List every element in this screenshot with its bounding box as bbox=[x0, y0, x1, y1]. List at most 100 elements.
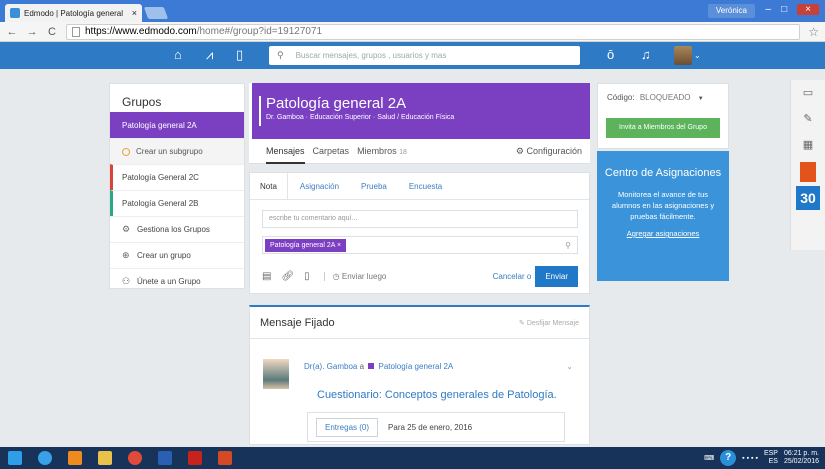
url-host: https://www.edmodo.com bbox=[85, 26, 197, 37]
search-box[interactable]: ⚲ Buscar mensajes, grupos , usuarios y m… bbox=[269, 46, 580, 65]
gear-icon: ⚙ bbox=[122, 224, 131, 234]
system-tray: ⌨ ? ▪ ▪ ▪ ▪ ESP ES 06:21 p. m. 25/02/2016 bbox=[704, 450, 825, 466]
back-arrow-icon[interactable]: ← bbox=[4, 26, 20, 38]
composer-tab-assignment[interactable]: Asignación bbox=[300, 182, 339, 191]
home-icon[interactable]: ⌂ bbox=[174, 47, 182, 62]
keyboard-icon[interactable]: ⌨ bbox=[704, 454, 714, 462]
page-icon bbox=[72, 26, 80, 37]
caret-down-icon[interactable]: ▼ bbox=[698, 96, 704, 102]
word-icon[interactable] bbox=[150, 447, 180, 469]
group-item-patologia-2b[interactable]: Patología General 2B bbox=[110, 190, 244, 216]
clock[interactable]: 06:21 p. m. 25/02/2016 bbox=[784, 450, 819, 466]
windows-taskbar: ⌨ ? ▪ ▪ ▪ ▪ ESP ES 06:21 p. m. 25/02/2016 bbox=[0, 447, 825, 469]
apps-sidebar: ▭ ✎ ▦ 30 bbox=[790, 80, 825, 250]
recipient-field[interactable]: Patología general 2A × ⚲ bbox=[262, 236, 578, 254]
group-title: Patología general 2A bbox=[266, 95, 407, 112]
group-item-patologia-2a[interactable]: Patología general 2A bbox=[110, 112, 244, 138]
user-avatar[interactable] bbox=[674, 46, 692, 65]
send-later-button[interactable]: ◷ Enviar luego bbox=[323, 271, 386, 281]
edmodo-header: ⌂ ⩘ ▯ ⚲ Buscar mensajes, grupos , usuari… bbox=[0, 42, 825, 69]
new-tab-button[interactable] bbox=[143, 7, 169, 19]
bookmark-star-icon[interactable]: ☆ bbox=[808, 25, 819, 39]
address-bar[interactable]: https://www.edmodo.com /home#/group?id=1… bbox=[66, 23, 801, 40]
send-button[interactable]: Enviar bbox=[535, 265, 578, 287]
post-title[interactable]: Cuestionario: Conceptos generales de Pat… bbox=[317, 389, 557, 401]
group-link[interactable]: Patología general 2A bbox=[379, 362, 454, 371]
minimize-icon[interactable]: – bbox=[766, 4, 772, 15]
composer-tabs: Nota Asignación Prueba Encuesta bbox=[250, 172, 589, 200]
wrench-icon[interactable]: ✎ bbox=[791, 106, 825, 132]
powerpoint-icon[interactable] bbox=[210, 447, 240, 469]
author-link[interactable]: Dr(a). Gamboa bbox=[304, 362, 357, 371]
reload-icon[interactable]: C bbox=[44, 26, 60, 38]
library-icon[interactable]: ▯ bbox=[304, 271, 310, 282]
attach-file-icon[interactable]: ▤ bbox=[262, 271, 271, 282]
tab-folders[interactable]: Carpetas bbox=[313, 139, 350, 164]
forward-arrow-icon[interactable]: → bbox=[24, 26, 40, 38]
recipient-chip[interactable]: Patología general 2A × bbox=[265, 238, 347, 252]
remove-chip-icon[interactable]: × bbox=[337, 242, 341, 249]
tab-members[interactable]: Miembros 18 bbox=[357, 139, 407, 164]
browser-tab[interactable]: Edmodo | Patología general × bbox=[5, 4, 142, 22]
notifications-bell-icon[interactable]: ♫ bbox=[641, 47, 651, 62]
language-indicator[interactable]: ESP ES bbox=[764, 450, 778, 466]
trash-icon[interactable]: ▭ bbox=[791, 80, 825, 106]
plus-circle-icon bbox=[122, 147, 130, 156]
activity-icon[interactable]: ⩘ bbox=[206, 47, 213, 63]
acrobat-icon[interactable] bbox=[180, 447, 210, 469]
group-item-patologia-2c[interactable]: Patología General 2C bbox=[110, 164, 244, 190]
author-avatar[interactable] bbox=[263, 359, 289, 389]
calendar-icon[interactable]: 30 bbox=[796, 186, 820, 210]
edmodo-favicon-icon bbox=[10, 8, 20, 18]
composer-tab-note[interactable]: Nota bbox=[260, 182, 277, 191]
file-explorer-icon[interactable] bbox=[90, 447, 120, 469]
add-assignments-link[interactable]: Agregar asignaciones bbox=[597, 229, 729, 238]
join-group-item[interactable]: ⚇ Únete a un Grupo bbox=[110, 268, 244, 294]
chevron-down-icon[interactable]: ⌄ bbox=[566, 362, 573, 371]
chevron-down-icon[interactable]: ⌄ bbox=[694, 51, 701, 60]
comment-input[interactable]: escribe tu comentario aquí... bbox=[262, 210, 578, 228]
tab-close-icon[interactable]: × bbox=[132, 8, 137, 18]
search-icon: ⚲ bbox=[277, 50, 284, 60]
internet-explorer-icon[interactable] bbox=[30, 447, 60, 469]
window-controls: – □ × bbox=[766, 4, 819, 15]
search-input[interactable]: Buscar mensajes, grupos , usuarios y mas bbox=[296, 51, 447, 60]
create-group-item[interactable]: ⊕ Crear un grupo bbox=[110, 242, 244, 268]
apps-grid-icon[interactable]: ▦ bbox=[791, 132, 825, 158]
browser-tab-bar: Edmodo | Patología general × Verónica – … bbox=[0, 0, 825, 22]
library-icon[interactable]: ▯ bbox=[236, 47, 243, 63]
settings-link[interactable]: ⚙ Configuración bbox=[516, 146, 582, 157]
backpack-icon[interactable]: ō bbox=[607, 47, 614, 62]
chrome-icon[interactable] bbox=[120, 447, 150, 469]
submissions-button[interactable]: Entregas (0) bbox=[316, 417, 379, 437]
manage-groups-item[interactable]: ⚙ Gestiona los Grupos bbox=[110, 216, 244, 242]
assignments-center-promo: Centro de Asignaciones Monitorea el avan… bbox=[597, 151, 729, 281]
post-meta: Dr(a). Gamboa a Patología general 2A bbox=[304, 362, 454, 371]
pinned-title: Mensaje Fijado bbox=[260, 316, 335, 329]
windows-start-icon[interactable] bbox=[0, 447, 30, 469]
search-icon: ⚲ bbox=[565, 240, 571, 250]
media-player-icon[interactable] bbox=[60, 447, 90, 469]
invite-members-button[interactable]: Invita a Miembros del Grupo bbox=[606, 118, 720, 138]
composer-tab-poll[interactable]: Encuesta bbox=[409, 182, 442, 191]
help-icon[interactable]: ? bbox=[720, 450, 737, 466]
group-code-box: Código: BLOQUEADO ▼ Invita a Miembros de… bbox=[597, 83, 729, 149]
composer-tab-quiz[interactable]: Prueba bbox=[361, 182, 387, 191]
group-color-square bbox=[368, 363, 375, 369]
pin-icon: ✎ bbox=[519, 319, 525, 327]
group-color-bar bbox=[259, 96, 261, 126]
attach-link-icon[interactable]: 🔗︎ bbox=[281, 271, 294, 282]
group-code: Código: BLOQUEADO ▼ bbox=[607, 93, 704, 102]
cancel-link[interactable]: Cancelar o bbox=[493, 272, 532, 281]
code-value[interactable]: BLOQUEADO bbox=[640, 93, 691, 102]
group-subtitle: Dr. Gamboa · Educación Superior · Salud … bbox=[266, 114, 455, 121]
pinned-message-card: Mensaje Fijado ✎ Desfijar Mensaje Dr(a).… bbox=[249, 305, 590, 445]
browser-user-badge[interactable]: Verónica bbox=[707, 4, 755, 18]
close-window-icon[interactable]: × bbox=[797, 4, 819, 15]
unpin-link[interactable]: ✎ Desfijar Mensaje bbox=[519, 319, 579, 327]
tab-messages[interactable]: Mensajes bbox=[266, 139, 305, 164]
office-icon[interactable] bbox=[800, 162, 816, 182]
maximize-icon[interactable]: □ bbox=[781, 4, 787, 15]
tray-icons[interactable]: ▪ ▪ ▪ ▪ bbox=[742, 455, 758, 462]
create-subgroup-item[interactable]: Crear un subgrupo bbox=[110, 138, 244, 164]
